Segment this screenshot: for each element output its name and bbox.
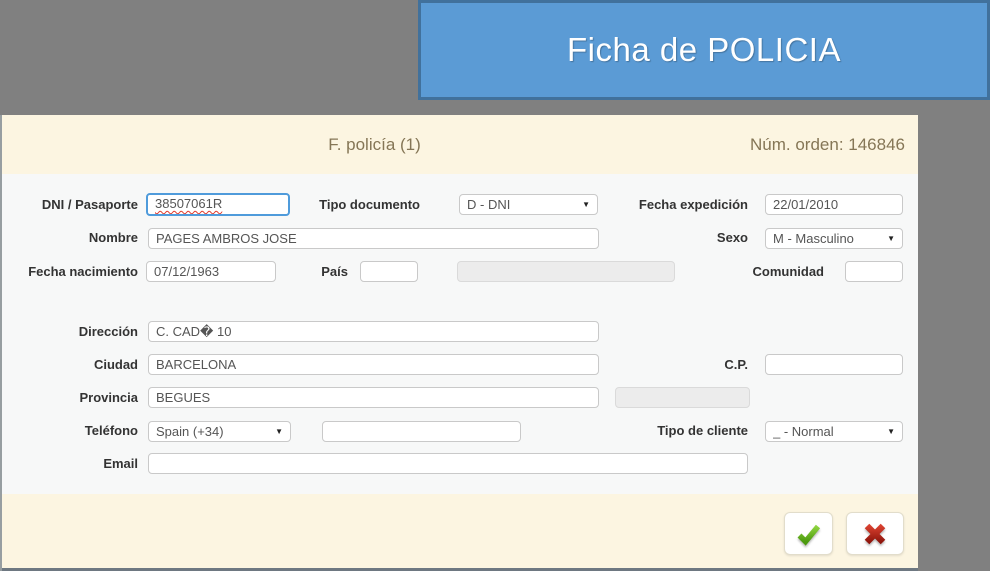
chevron-down-icon: ▼ — [275, 426, 283, 436]
dni-input[interactable]: 38507061R — [146, 193, 290, 216]
field-label-tipo-documento: Tipo documento — [319, 197, 420, 212]
field-label-provincia: Provincia — [79, 390, 138, 405]
form-title: F. policía (1) — [328, 135, 421, 154]
window-title-banner: Ficha de POLICIA — [418, 0, 990, 100]
chevron-down-icon: ▼ — [582, 199, 590, 209]
x-icon — [864, 523, 886, 544]
field-label-sexo: Sexo — [716, 230, 748, 245]
email-input[interactable] — [148, 453, 748, 474]
telefono-prefix-value: Spain (+34) — [156, 424, 224, 439]
field-label-fecha-expedicion: Fecha expedición — [638, 197, 748, 212]
order-number: Núm. orden: 146846 — [750, 135, 905, 154]
chevron-down-icon: ▼ — [887, 233, 895, 243]
fecha-expedicion-input[interactable]: 22/01/2010 — [765, 194, 903, 215]
police-form-panel: F. policía (1) Núm. orden: 146846 — [0, 115, 918, 571]
comunidad-input[interactable] — [845, 261, 903, 282]
cp-input[interactable] — [765, 354, 903, 375]
field-label-ciudad: Ciudad — [93, 357, 138, 372]
check-icon — [797, 524, 821, 546]
field-label-fecha-nacimiento: Fecha nacimiento — [28, 264, 138, 279]
chevron-down-icon: ▼ — [887, 426, 895, 436]
field-label-telefono: Teléfono — [84, 423, 138, 438]
pais-name-display — [457, 261, 675, 282]
nombre-input[interactable]: PAGES AMBROS JOSE — [148, 228, 599, 249]
telefono-prefix-select[interactable]: Spain (+34) ▼ — [148, 421, 291, 442]
telefono-input[interactable] — [322, 421, 521, 442]
tipo-cliente-select[interactable]: _ - Normal ▼ — [765, 421, 903, 442]
cancel-button[interactable] — [846, 512, 904, 555]
provincia-input[interactable]: BEGUES — [148, 387, 599, 408]
field-label-tipo-cliente: Tipo de cliente — [657, 423, 748, 438]
sexo-value: M - Masculino — [773, 231, 854, 246]
accept-button[interactable] — [784, 512, 833, 555]
tipo-cliente-value: _ - Normal — [773, 424, 834, 439]
field-label-direccion: Dirección — [78, 324, 138, 339]
tipo-documento-select[interactable]: D - DNI ▼ — [459, 194, 598, 215]
form-header: F. policía (1) Núm. orden: 146846 — [2, 115, 918, 174]
field-label-nombre: Nombre — [88, 230, 138, 245]
dni-value: 38507061R — [155, 196, 223, 211]
form-footer — [2, 494, 918, 568]
field-label-pais: País — [321, 264, 348, 279]
ciudad-input[interactable]: BARCELONA — [148, 354, 599, 375]
direccion-input[interactable]: C. CAD� 10 — [148, 321, 599, 342]
pais-code-input[interactable] — [360, 261, 418, 282]
sexo-select[interactable]: M - Masculino ▼ — [765, 228, 903, 249]
field-label-email: Email — [103, 456, 138, 471]
screen: Ficha de POLICIA F. policía (1) Núm. ord… — [0, 0, 990, 571]
field-label-comunidad: Comunidad — [752, 264, 825, 279]
provincia-display — [615, 387, 750, 408]
field-label-cp: C.P. — [724, 357, 748, 372]
window-title: Ficha de POLICIA — [567, 31, 841, 68]
field-label-dni: DNI / Pasaporte — [41, 197, 138, 212]
tipo-documento-value: D - DNI — [467, 197, 511, 212]
